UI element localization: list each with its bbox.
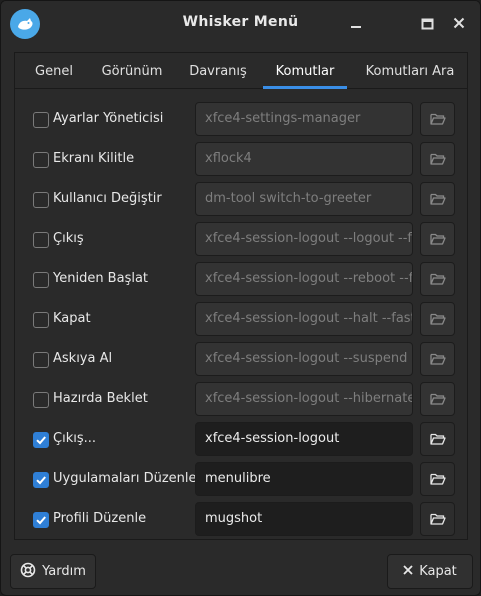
command-label: Hazırda Beklet [53,391,148,406]
folder-open-icon [429,392,446,406]
folder-open-icon [429,352,446,366]
command-checkbox[interactable] [33,192,49,208]
command-field[interactable]: xfce4-session-logout --hibernate [195,382,413,416]
command-label: Kapat [53,311,91,326]
command-row: Ayarlar Yöneticisi xfce4-settings-manage… [15,102,480,138]
command-label: Profili Düzenle [53,511,147,526]
browse-folder-button[interactable] [420,302,455,336]
command-field[interactable]: menulibre [195,462,413,496]
folder-open-icon [429,512,446,526]
folder-open-icon [429,112,446,126]
folder-open-icon [429,152,446,166]
browse-folder-button[interactable] [420,462,455,496]
command-label: Çıkış [53,231,84,246]
command-row: Çıkış xfce4-session-logout --logout --fa [15,222,480,258]
command-field[interactable]: xflock4 [195,142,413,176]
command-field[interactable]: xfce4-settings-manager [195,102,413,136]
close-x-icon [403,564,413,579]
help-lifebuoy-icon [20,562,36,582]
tab-komutlari-ara[interactable]: Komutları Ara [355,53,465,89]
command-field[interactable]: mugshot [195,502,413,536]
command-checkbox[interactable] [33,472,49,488]
folder-open-icon [429,272,446,286]
browse-folder-button[interactable] [420,382,455,416]
command-checkbox[interactable] [33,152,49,168]
command-row: Profili Düzenle mugshot [15,502,480,538]
browse-folder-button[interactable] [420,342,455,376]
browse-folder-button[interactable] [420,262,455,296]
command-label: Ekranı Kilitle [53,151,135,166]
command-checkbox[interactable] [33,392,49,408]
minimize-button[interactable] [346,13,366,33]
browse-folder-button[interactable] [420,182,455,216]
tab-genel[interactable]: Genel [23,53,85,89]
close-button-label: Kapat [419,564,457,579]
tab-komutlar[interactable]: Komutlar [263,53,347,89]
tab-davranis[interactable]: Davranış [181,53,255,89]
tab-gorunum[interactable]: Görünüm [93,53,171,89]
command-row: Ekranı Kilitle xflock4 [15,142,480,178]
folder-open-icon [429,312,446,326]
close-window-button[interactable] [449,13,469,33]
window-title: Whisker Menü [182,14,299,30]
command-checkbox[interactable] [33,232,49,248]
command-field[interactable]: xfce4-session-logout --suspend [195,342,413,376]
folder-open-icon [429,232,446,246]
title-bar: Whisker Menü [1,1,480,45]
folder-open-icon [429,432,446,446]
command-row: Askıya Al xfce4-session-logout --suspend [15,342,480,378]
command-row: Uygulamaları Düzenle menulibre [15,462,480,498]
browse-folder-button[interactable] [420,502,455,536]
browse-folder-button[interactable] [420,102,455,136]
command-label: Ayarlar Yöneticisi [53,111,164,126]
folder-open-icon [429,192,446,206]
tab-bar: Genel Görünüm Davranış Komutlar Komutlar… [15,53,467,89]
command-label: Çıkış... [53,431,96,446]
command-row: Yeniden Başlat xfce4-session-logout --re… [15,262,480,298]
command-row: Kullanıcı Değiştir dm-tool switch-to-gre… [15,182,480,218]
command-label: Yeniden Başlat [53,271,149,286]
command-checkbox[interactable] [33,432,49,448]
folder-open-icon [429,472,446,486]
close-button[interactable]: Kapat [387,554,473,589]
command-row: Çıkış... xfce4-session-logout [15,422,480,458]
command-field[interactable]: dm-tool switch-to-greeter [195,182,413,216]
command-field[interactable]: xfce4-session-logout --reboot --fa [195,262,413,296]
whisker-menu-settings-window: Whisker Menü Genel Görünüm Davranış Komu… [0,0,481,596]
command-label: Askıya Al [53,351,113,366]
command-field[interactable]: xfce4-session-logout --halt --fast [195,302,413,336]
command-field[interactable]: xfce4-session-logout --logout --fa [195,222,413,256]
command-row: Hazırda Beklet xfce4-session-logout --hi… [15,382,480,418]
command-checkbox[interactable] [33,352,49,368]
command-checkbox[interactable] [33,272,49,288]
maximize-button[interactable] [417,13,437,33]
browse-folder-button[interactable] [420,422,455,456]
browse-folder-button[interactable] [420,142,455,176]
command-checkbox[interactable] [33,512,49,528]
command-field[interactable]: xfce4-session-logout [195,422,413,456]
command-label: Kullanıcı Değiştir [53,191,162,206]
help-button[interactable]: Yardım [10,554,96,589]
help-button-label: Yardım [42,564,86,579]
command-row: Kapat xfce4-session-logout --halt --fast [15,302,480,338]
command-checkbox[interactable] [33,312,49,328]
command-checkbox[interactable] [33,112,49,128]
command-label: Uygulamaları Düzenle [53,471,197,486]
browse-folder-button[interactable] [420,222,455,256]
